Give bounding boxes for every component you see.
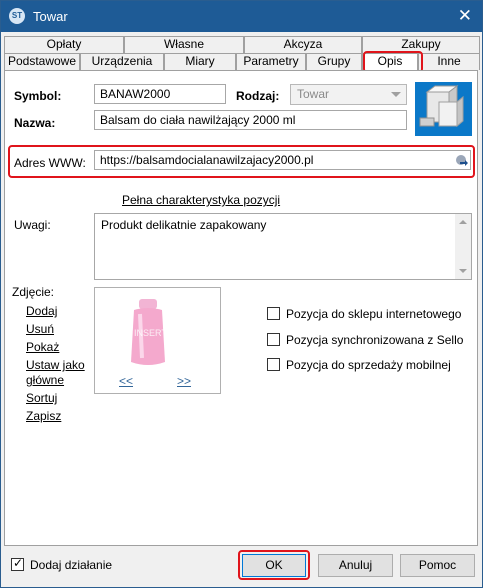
- photo-set-main-link-line2[interactable]: główne: [26, 373, 64, 387]
- tab-label: Miary: [185, 54, 215, 68]
- photo-next-link[interactable]: >>: [177, 374, 191, 388]
- rodzaj-value: Towar: [297, 87, 330, 101]
- tab-label: Zakupy: [401, 37, 441, 51]
- tab-grupy[interactable]: Grupy: [306, 53, 362, 70]
- product-photo: INSERT: [110, 296, 187, 372]
- nazwa-field[interactable]: Balsam do ciała nawilżający 2000 ml: [94, 110, 407, 130]
- option-online-shop-checkbox[interactable]: [267, 307, 280, 320]
- www-label: Adres WWW:: [14, 156, 86, 170]
- photo-remove-link[interactable]: Usuń: [26, 322, 54, 336]
- symbol-label: Symbol:: [14, 89, 62, 103]
- photo-box: INSERT << >>: [94, 287, 221, 394]
- characteristics-link[interactable]: Pełna charakterystyka pozycji: [122, 193, 280, 207]
- symbol-field[interactable]: BANAW2000: [94, 84, 226, 104]
- tab-row-1: Opłaty Własne Akcyza Zakupy: [4, 36, 480, 53]
- chevron-down-icon: [391, 92, 401, 97]
- www-value: https://balsamdocialanawilzajacy2000.pl: [100, 153, 314, 167]
- tab-wlasne[interactable]: Własne: [124, 36, 244, 53]
- tab-label: Podstawowe: [7, 54, 77, 68]
- tab-opis[interactable]: Opis: [362, 53, 418, 70]
- product-box-graphic: [419, 85, 464, 128]
- photo-label: Zdjęcie:: [12, 285, 55, 299]
- rodzaj-label: Rodzaj:: [236, 89, 280, 103]
- option-sello-checkbox[interactable]: [267, 333, 280, 346]
- tab-akcyza[interactable]: Akcyza: [244, 36, 362, 53]
- tab-miary[interactable]: Miary: [164, 53, 236, 70]
- uwagi-textarea[interactable]: Produkt delikatnie zapakowany: [94, 213, 472, 280]
- tab-label: Własne: [163, 37, 204, 51]
- product-thumbnail-icon: [415, 82, 472, 136]
- tab-label: Urządzenia: [91, 54, 153, 68]
- tab-label: Grupy: [317, 54, 351, 68]
- uwagi-value: Produkt delikatnie zapakowany: [101, 218, 267, 232]
- window-title: Towar: [33, 9, 68, 24]
- tab-label: Parametry: [243, 54, 299, 68]
- tab-row-2: Podstawowe Urządzenia Miary Parametry Gr…: [4, 53, 480, 70]
- scroll-down-icon[interactable]: [459, 269, 467, 273]
- tab-podstawowe[interactable]: Podstawowe: [4, 53, 80, 70]
- cancel-button[interactable]: Anuluj: [318, 554, 393, 577]
- photo-show-link[interactable]: Pokaż: [26, 340, 59, 354]
- add-action-checkbox[interactable]: [11, 556, 24, 571]
- www-field[interactable]: https://balsamdocialanawilzajacy2000.pl: [94, 150, 471, 170]
- opis-panel: Symbol: BANAW2000 Rodzaj: Towar Nazwa: B…: [4, 70, 478, 546]
- option-online-shop-label: Pozycja do sklepu internetowego: [286, 307, 462, 321]
- rodzaj-select[interactable]: Towar: [290, 84, 407, 105]
- tab-parametry[interactable]: Parametry: [236, 53, 306, 70]
- option-sello-label: Pozycja synchronizowana z Sello: [286, 333, 464, 347]
- photo-prev-link[interactable]: <<: [119, 374, 133, 388]
- app-icon: ST: [9, 8, 25, 24]
- photo-set-main-link-line1[interactable]: Ustaw jako: [26, 358, 85, 372]
- tab-zakupy[interactable]: Zakupy: [362, 36, 480, 53]
- tab-label: Opłaty: [46, 37, 82, 51]
- uwagi-label: Uwagi:: [14, 218, 51, 232]
- tab-label: Akcyza: [283, 37, 323, 51]
- add-action-label: Dodaj działanie: [30, 558, 113, 572]
- globe-arrow-icon: [456, 155, 468, 166]
- close-icon[interactable]: ✕: [458, 6, 472, 26]
- tab-oplaty[interactable]: Opłaty: [4, 36, 124, 53]
- option-mobile-label: Pozycja do sprzedaży mobilnej: [286, 358, 451, 372]
- photo-save-link[interactable]: Zapisz: [26, 409, 61, 423]
- tab-label: Inne: [437, 54, 461, 68]
- photo-watermark: INSERT: [134, 328, 167, 338]
- open-link-icon[interactable]: [455, 154, 468, 167]
- photo-add-link[interactable]: Dodaj: [26, 304, 57, 318]
- tab-urzadzenia[interactable]: Urządzenia: [80, 53, 164, 70]
- nazwa-label: Nazwa:: [14, 116, 56, 130]
- title-bar: ST Towar ✕: [1, 1, 482, 32]
- ok-button[interactable]: OK: [242, 554, 306, 577]
- tab-inne[interactable]: Inne: [418, 53, 480, 70]
- tab-label: Opis: [377, 54, 403, 68]
- uwagi-scrollbar[interactable]: [455, 214, 471, 279]
- scroll-up-icon[interactable]: [459, 220, 467, 224]
- option-mobile-checkbox[interactable]: [267, 358, 280, 371]
- dialog-window: ST Towar ✕ Opłaty Własne Akcyza Zakupy P…: [0, 0, 483, 588]
- photo-sort-link[interactable]: Sortuj: [26, 391, 57, 405]
- help-button[interactable]: Pomoc: [400, 554, 475, 577]
